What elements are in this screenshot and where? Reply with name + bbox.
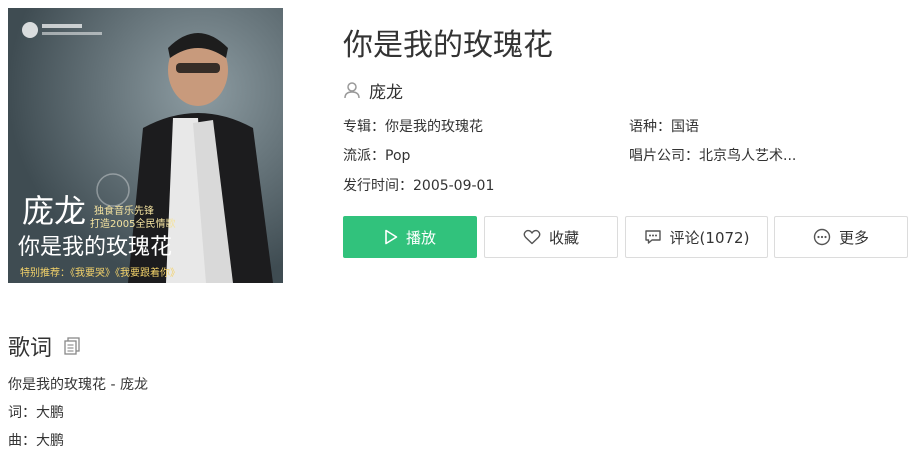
album-cover[interactable]: 庞龙 你是我的玫瑰花 独食音乐先锋 打造2005全民情歌 特别推荐：《我要哭》《… bbox=[8, 8, 283, 283]
favorite-button[interactable]: 收藏 bbox=[484, 216, 618, 258]
lyrics-heading: 歌词 bbox=[8, 336, 53, 361]
cover-bottom-text: 特别推荐：《我要哭》《我要跟着你》 bbox=[20, 266, 180, 279]
lyrics-header: 歌词 bbox=[8, 330, 80, 362]
play-icon bbox=[384, 229, 398, 245]
lyric-line: 词：大鹏 bbox=[8, 405, 64, 421]
cover-promo-line-2: 打造2005全民情歌 bbox=[90, 217, 175, 230]
album-cover-art: 庞龙 你是我的玫瑰花 独食音乐先锋 打造2005全民情歌 特别推荐：《我要哭》《… bbox=[8, 8, 283, 283]
comments-label: 评论(1072) bbox=[669, 228, 750, 247]
heart-icon bbox=[523, 229, 541, 245]
favorite-label: 收藏 bbox=[548, 228, 579, 247]
play-label: 播放 bbox=[405, 228, 436, 247]
artist-row[interactable]: 庞龙 bbox=[343, 78, 403, 103]
album-info[interactable]: 专辑：你是我的玫瑰花 bbox=[343, 117, 483, 137]
language-info: 语种：国语 bbox=[629, 119, 699, 135]
artist-name[interactable]: 庞龙 bbox=[369, 78, 403, 103]
play-button[interactable]: 播放 bbox=[343, 216, 477, 258]
user-icon bbox=[343, 81, 361, 99]
label-info: 唱片公司：北京鸟人艺术... bbox=[629, 148, 797, 164]
cover-promo-line-1: 独食音乐先锋 bbox=[94, 204, 154, 217]
song-title: 你是我的玫瑰花 bbox=[343, 28, 553, 63]
lyric-line: 曲：大鹏 bbox=[8, 433, 64, 449]
cover-artist-text: 庞龙 bbox=[22, 192, 86, 230]
release-date: 发行时间：2005-09-01 bbox=[343, 178, 495, 194]
cover-title-text: 你是我的玫瑰花 bbox=[18, 235, 172, 260]
more-button[interactable]: 更多 bbox=[774, 216, 908, 258]
more-icon bbox=[813, 228, 831, 246]
comments-button[interactable]: 评论(1072) bbox=[625, 216, 768, 258]
more-label: 更多 bbox=[838, 228, 869, 247]
lyric-line: 你是我的玫瑰花 - 庞龙 bbox=[8, 377, 148, 393]
copy-icon[interactable] bbox=[64, 337, 80, 355]
genre-info: 流派：Pop bbox=[343, 148, 411, 164]
comment-icon bbox=[644, 229, 662, 245]
